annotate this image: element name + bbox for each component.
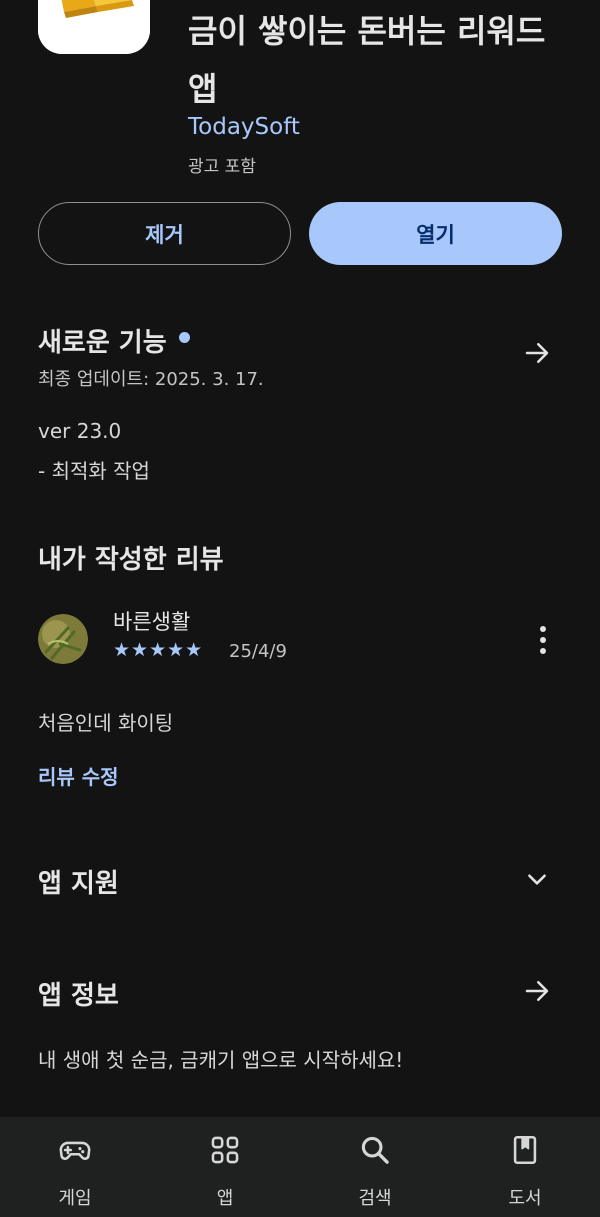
chevron-down-icon[interactable]	[524, 866, 550, 892]
reviewer-avatar	[38, 614, 88, 664]
arrow-right-icon[interactable]	[522, 976, 552, 1006]
app-support-header[interactable]: 앱 지원	[38, 863, 119, 900]
app-icon	[38, 0, 150, 54]
arrow-right-icon[interactable]	[522, 338, 552, 368]
nav-label-games: 게임	[58, 1188, 92, 1209]
review-date: 25/4/9	[229, 641, 287, 662]
nav-item-apps[interactable]: 앱	[150, 1117, 300, 1217]
nav-label-books: 도서	[508, 1188, 542, 1209]
new-indicator-dot	[178, 332, 190, 343]
nav-label-apps: 앱	[216, 1188, 234, 1209]
version-text: ver 23.0	[38, 419, 122, 443]
apps-grid-icon	[211, 1136, 239, 1164]
app-details-page: 금이 쌓이는 돈버는 리워드 앱 TodaySoft 광고 포함 제거 열기 새…	[0, 0, 600, 1217]
whats-new-header[interactable]: 새로운 기능	[38, 322, 190, 359]
developer-link[interactable]: TodaySoft	[188, 114, 300, 140]
star-rating: ★★★★★	[113, 639, 204, 661]
release-note: - 최적화 작업	[38, 459, 150, 483]
nav-item-search[interactable]: 검색	[300, 1117, 450, 1217]
app-info-header[interactable]: 앱 정보	[38, 975, 119, 1012]
review-text: 처음인데 화이팅	[38, 711, 174, 735]
nav-label-search: 검색	[358, 1188, 392, 1209]
app-description: 내 생애 첫 순금, 금캐기 앱으로 시작하세요!	[38, 1048, 404, 1072]
edit-review-link[interactable]: 리뷰 수정	[38, 761, 119, 790]
bottom-navigation: 게임 앱 검색 도서	[0, 1117, 600, 1217]
nav-item-games[interactable]: 게임	[0, 1117, 150, 1217]
search-icon	[361, 1136, 389, 1164]
contains-ads-label: 광고 포함	[188, 157, 256, 177]
open-button[interactable]: 열기	[309, 202, 562, 265]
app-title: 금이 쌓이는 돈버는 리워드 앱	[188, 12, 546, 108]
my-review-title: 내가 작성한 리뷰	[38, 545, 224, 575]
reviewer-name: 바른생활	[113, 610, 191, 634]
gamepad-icon	[59, 1141, 91, 1161]
nav-item-books[interactable]: 도서	[450, 1117, 600, 1217]
last-updated-date: 최종 업데이트: 2025. 3. 17.	[38, 369, 264, 390]
whats-new-title: 새로운 기능	[38, 328, 167, 358]
more-options-icon[interactable]	[533, 624, 553, 656]
uninstall-button[interactable]: 제거	[38, 202, 291, 265]
book-bookmark-icon	[513, 1135, 537, 1165]
